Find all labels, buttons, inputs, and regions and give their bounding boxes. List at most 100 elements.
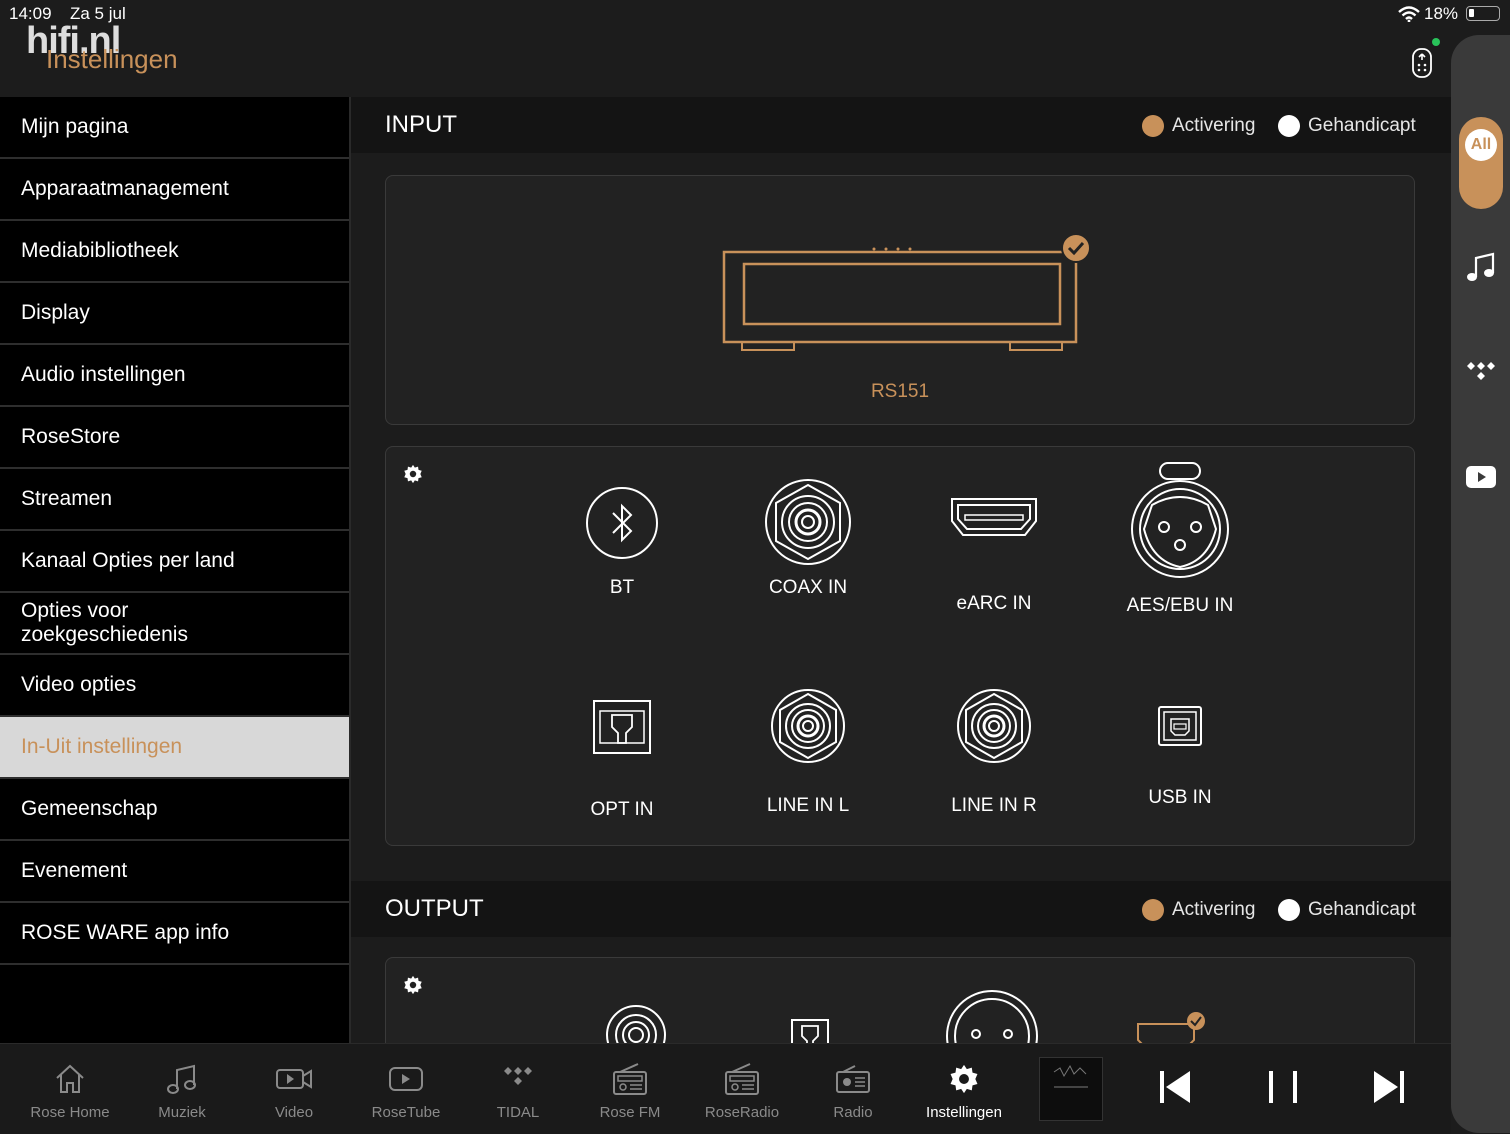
nav-rose-home[interactable]: Rose Home	[14, 1062, 126, 1121]
port-line-in-r[interactable]: LINE IN R	[909, 687, 1079, 817]
pause-icon[interactable]	[1266, 1069, 1302, 1105]
optical-icon[interactable]	[790, 1018, 830, 1043]
remote-control-icon[interactable]	[1410, 48, 1434, 78]
nav-muziek[interactable]: Muziek	[126, 1062, 238, 1121]
nav-instellingen[interactable]: Instellingen	[908, 1062, 1020, 1121]
sidebar-item-mijn-pagina[interactable]: Mijn pagina	[0, 97, 349, 159]
sidebar-item-video-opties[interactable]: Video opties	[0, 655, 349, 717]
source-filter-rail: All	[1451, 35, 1510, 1133]
nav-label: RoseTube	[371, 1104, 441, 1121]
legend-active-dot	[1142, 115, 1164, 137]
port-bt[interactable]: BT	[537, 483, 707, 599]
nav-roseradio[interactable]: RoseRadio	[686, 1062, 798, 1121]
sidebar-item-label: ROSE WARE app info	[21, 921, 230, 944]
status-bar: 14:09 Za 5 jul 18%	[0, 0, 1510, 28]
page-title: Instellingen	[46, 44, 178, 74]
legend-active: Activering	[1142, 115, 1255, 137]
port-coax-in[interactable]: COAX IN	[723, 477, 893, 599]
coax-icon	[765, 479, 851, 565]
tidal-icon[interactable]	[1465, 360, 1497, 384]
now-playing-album-art[interactable]	[1039, 1057, 1103, 1121]
output-section-header: OUTPUT Activering Gehandicapt	[351, 881, 1451, 937]
port-opt-in[interactable]: OPT IN	[537, 699, 707, 821]
sidebar-item-mediabibliotheek[interactable]: Mediabibliotheek	[0, 221, 349, 283]
nav-rose-fm[interactable]: Rose FM	[574, 1062, 686, 1121]
settings-sidebar: Mijn pagina Apparaatmanagement Mediabibl…	[0, 97, 351, 1043]
port-label: OPT IN	[590, 799, 654, 820]
radio-icon	[725, 1063, 759, 1095]
sidebar-item-label: Apparaatmanagement	[21, 177, 229, 200]
bottom-nav-bar: Rose Home Muziek Video RoseTube TIDAL Ro…	[0, 1043, 1451, 1134]
sidebar-item-label: Mediabibliotheek	[21, 239, 179, 262]
nav-label: RoseRadio	[704, 1104, 780, 1121]
music-note-icon	[167, 1064, 196, 1094]
filter-all-button[interactable]: All	[1459, 117, 1503, 209]
sidebar-item-label: Display	[21, 301, 90, 324]
sidebar-item-label: Mijn pagina	[21, 115, 129, 138]
xlr-icon[interactable]	[944, 988, 1040, 1043]
device-card: RS151	[385, 175, 1415, 425]
sidebar-item-rosestore[interactable]: RoseStore	[0, 407, 349, 469]
legend-active-label: Activering	[1172, 115, 1256, 136]
nav-video[interactable]: Video	[238, 1062, 350, 1121]
gear-icon[interactable]	[402, 463, 424, 485]
sidebar-item-evenement[interactable]: Evenement	[0, 841, 349, 903]
port-earc-in[interactable]: eARC IN	[909, 495, 1079, 615]
sidebar-item-kanaal-opties[interactable]: Kanaal Opties per land	[0, 531, 349, 593]
sidebar-item-app-info[interactable]: ROSE WARE app info	[0, 903, 349, 965]
xlr-icon	[1131, 462, 1229, 578]
port-label: AES/EBU IN	[1126, 595, 1234, 616]
music-note-icon[interactable]	[1465, 250, 1497, 284]
device-rs151-icon[interactable]	[722, 232, 1094, 356]
sidebar-item-audio-instellingen[interactable]: Audio instellingen	[0, 345, 349, 407]
nav-rosetube[interactable]: RoseTube	[350, 1062, 462, 1121]
battery-icon	[1466, 6, 1500, 21]
next-track-icon[interactable]	[1372, 1069, 1406, 1105]
youtube-icon[interactable]	[1465, 465, 1497, 489]
sidebar-item-streamen[interactable]: Streamen	[0, 469, 349, 531]
video-icon	[276, 1069, 312, 1089]
filter-all-label: All	[1465, 129, 1497, 161]
radio-icon	[613, 1063, 647, 1095]
battery-percent: 18%	[1424, 4, 1459, 23]
legend-disabled-label: Gehandicapt	[1308, 899, 1416, 920]
nav-tidal[interactable]: TIDAL	[462, 1062, 574, 1121]
gear-icon	[950, 1064, 978, 1094]
nav-radio[interactable]: Radio	[797, 1062, 909, 1121]
port-usb-in[interactable]: USB IN	[1095, 705, 1265, 809]
sidebar-item-display[interactable]: Display	[0, 283, 349, 345]
output-ports-card	[385, 957, 1415, 1043]
input-section-header: INPUT Activering Gehandicapt	[351, 97, 1451, 153]
port-aes-ebu-in[interactable]: AES/EBU IN	[1095, 461, 1265, 617]
input-section-title: INPUT	[385, 111, 457, 138]
sidebar-item-zoekgeschiedenis[interactable]: Opties voor zoekgeschiedenis	[0, 593, 349, 655]
sidebar-item-label: Evenement	[21, 859, 128, 882]
port-label: BT	[609, 577, 635, 598]
legend-disabled-label: Gehandicapt	[1308, 115, 1416, 136]
port-line-in-l[interactable]: LINE IN L	[723, 687, 893, 817]
nav-label: Rose Home	[30, 1104, 110, 1121]
sidebar-item-gemeenschap[interactable]: Gemeenschap	[0, 779, 349, 841]
previous-track-icon[interactable]	[1158, 1069, 1192, 1105]
sidebar-item-apparaatmanagement[interactable]: Apparaatmanagement	[0, 159, 349, 221]
hdmi-icon	[951, 498, 1037, 536]
sidebar-item-label: In-Uit instellingen	[21, 735, 183, 758]
bluetooth-icon	[586, 487, 658, 559]
play-box-icon	[389, 1067, 423, 1091]
gear-icon[interactable]	[402, 974, 424, 996]
legend-disabled: Gehandicapt	[1278, 899, 1416, 921]
hdmi-icon[interactable]	[1136, 1010, 1206, 1043]
wifi-icon	[1398, 6, 1420, 22]
legend-active-dot	[1142, 899, 1164, 921]
legend-disabled-dot	[1278, 115, 1300, 137]
output-section-title: OUTPUT	[385, 895, 484, 922]
sidebar-item-label: RoseStore	[21, 425, 121, 448]
connection-status-dot	[1432, 38, 1440, 46]
port-label: eARC IN	[956, 593, 1032, 614]
nav-label: Rose FM	[599, 1104, 661, 1121]
sidebar-item-label: Gemeenschap	[21, 797, 158, 820]
port-label: USB IN	[1148, 787, 1212, 808]
rca-icon[interactable]	[605, 1004, 667, 1043]
port-label: LINE IN L	[766, 795, 850, 816]
sidebar-item-in-uit-instellingen[interactable]: In-Uit instellingen	[0, 717, 349, 779]
